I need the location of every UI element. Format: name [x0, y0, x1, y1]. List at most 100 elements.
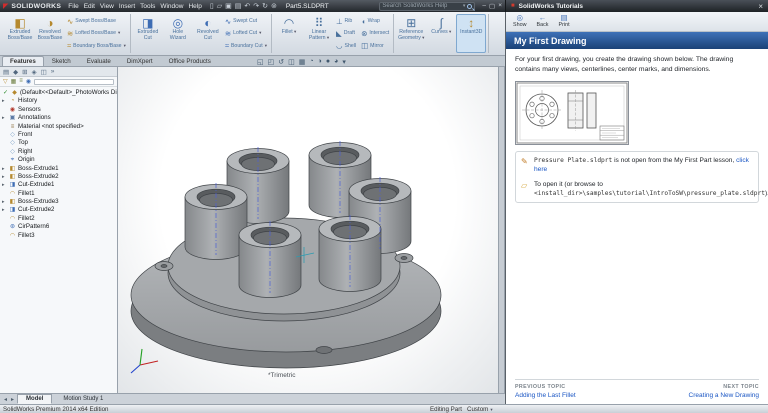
save-icon[interactable]: ▣: [225, 2, 232, 10]
task-pane-splitter[interactable]: [498, 67, 505, 393]
fm-overflow-icon[interactable]: »: [51, 68, 55, 75]
tree-item[interactable]: ◇ Front: [2, 131, 117, 139]
previous-topic-link[interactable]: Adding the Last Fillet: [515, 392, 576, 399]
chevron-down-icon[interactable]: ▾: [463, 3, 466, 9]
tab-scroll-right-icon[interactable]: ▸: [10, 396, 15, 403]
expand-icon[interactable]: [2, 97, 7, 105]
ribbon-button[interactable]: ◧ Extruded Boss/Base: [5, 14, 35, 53]
expand-icon[interactable]: [2, 165, 7, 173]
minimize-button[interactable]: –: [482, 2, 486, 10]
ribbon-button[interactable]: ◣ Draft: [334, 27, 358, 39]
display-style-icon[interactable]: ◔: [309, 58, 313, 65]
tutorial-tool-button[interactable]: ← Back: [537, 14, 549, 28]
tree-item[interactable]: ◠ Fillet3: [2, 232, 117, 240]
tutorial-tool-button[interactable]: ▤ Print: [558, 14, 569, 28]
ribbon-button[interactable]: ◠ Fillet: [274, 14, 304, 53]
tree-item[interactable]: ◇ Right: [2, 148, 117, 156]
filter-icon[interactable]: ▽: [3, 78, 8, 85]
next-topic-link[interactable]: Creating a New Drawing: [689, 392, 759, 399]
tree-root-item[interactable]: ✓ ◆ (Default<<Default>_PhotoWorks Displa…: [2, 89, 117, 97]
tree-item[interactable]: ◇ Top: [2, 139, 117, 147]
new-icon[interactable]: ▯: [210, 2, 214, 10]
close-button[interactable]: ×: [498, 2, 502, 10]
tree-item[interactable]: ◠ Fillet1: [2, 190, 117, 198]
tree-item[interactable]: ▣ Annotations: [2, 114, 117, 122]
tab-motion-study[interactable]: Motion Study 1: [54, 394, 112, 404]
ribbon-button[interactable]: ◨ Extruded Cut: [133, 14, 163, 53]
menu-item[interactable]: File: [68, 3, 78, 10]
tree-order-icon[interactable]: ≡: [19, 78, 23, 85]
menu-item[interactable]: Edit: [84, 3, 95, 10]
print-icon[interactable]: ▤: [235, 2, 242, 10]
featuremanager-tab-icon[interactable]: ▤: [3, 68, 9, 76]
ribbon-tab[interactable]: Features: [2, 56, 44, 67]
tree-item[interactable]: ◧ Boss-Extrude2: [2, 173, 117, 181]
previous-view-icon[interactable]: ↺: [278, 58, 284, 66]
expand-icon[interactable]: [2, 181, 7, 189]
tutorial-tool-button[interactable]: ◎ Show: [513, 14, 527, 28]
tree-item[interactable]: ◧ Boss-Extrude1: [2, 165, 117, 173]
ribbon-button[interactable]: ≋ Lofted Boss/Base: [65, 27, 128, 39]
display-pane-icon[interactable]: ▦: [11, 78, 17, 85]
expand-icon[interactable]: [2, 114, 7, 122]
close-icon[interactable]: ×: [758, 2, 763, 11]
menu-item[interactable]: Tools: [140, 3, 155, 10]
tree-item[interactable]: ◧ Boss-Extrude3: [2, 198, 117, 206]
search-input[interactable]: [382, 3, 460, 9]
ribbon-button[interactable]: ◡ Shell: [334, 40, 358, 52]
graphics-area[interactable]: *Trimetric: [118, 67, 498, 393]
ribbon-button[interactable]: ∿ Swept Boss/Base: [65, 15, 128, 27]
edit-appearance-icon[interactable]: ●: [326, 58, 330, 65]
tree-item[interactable]: ⊛ CirPattern6: [2, 223, 117, 231]
tree-item[interactable]: ⌖ Origin: [2, 156, 117, 164]
tab-model[interactable]: Model: [17, 394, 52, 404]
ribbon-button[interactable]: ⊞ Reference Geometry: [396, 14, 426, 53]
view-orientation-icon[interactable]: ▦: [299, 58, 306, 66]
tab-scroll-left-icon[interactable]: ◂: [3, 396, 8, 403]
ribbon-button[interactable]: ↕ Instant3D: [456, 14, 486, 53]
expand-icon[interactable]: [2, 173, 7, 181]
tree-item[interactable]: ◠ Fillet2: [2, 215, 117, 223]
scene-icon[interactable]: ◕: [334, 58, 338, 65]
menu-item[interactable]: Window: [160, 3, 183, 10]
options-icon[interactable]: ⊚: [271, 2, 277, 10]
view-settings-icon[interactable]: ▾: [342, 58, 346, 66]
menu-item[interactable]: View: [100, 3, 114, 10]
dimxpertmanager-tab-icon[interactable]: ◈: [32, 68, 37, 76]
expand-icon[interactable]: [2, 206, 7, 214]
ribbon-button[interactable]: ⊗ Intersect: [359, 27, 391, 39]
ribbon-button[interactable]: ≈ Boundary Cut: [223, 40, 269, 52]
redo-icon[interactable]: ↷: [253, 2, 259, 10]
tree-item[interactable]: ◔ History: [2, 97, 117, 105]
zoom-fit-icon[interactable]: ◱: [257, 58, 264, 66]
expand-icon[interactable]: [2, 198, 7, 206]
zoom-area-icon[interactable]: ◰: [268, 58, 275, 66]
ribbon-button[interactable]: ⊥ Rib: [334, 15, 358, 27]
ribbon-button[interactable]: ⠿ Linear Pattern: [304, 14, 334, 53]
ribbon-button[interactable]: ◐ Revolved Cut: [193, 14, 223, 53]
configurationmanager-tab-icon[interactable]: ⊞: [22, 68, 27, 76]
tree-item[interactable]: ◨ Cut-Extrude1: [2, 181, 117, 189]
undo-icon[interactable]: ↶: [244, 2, 250, 10]
ribbon-button[interactable]: ≈ Boundary Boss/Base: [65, 40, 128, 52]
propertymanager-tab-icon[interactable]: ◆: [13, 68, 18, 76]
hide-show-icon[interactable]: ◑: [318, 58, 322, 65]
section-view-icon[interactable]: ◫: [288, 58, 295, 66]
ribbon-tab[interactable]: Sketch: [44, 56, 79, 67]
filter-input[interactable]: [34, 79, 114, 85]
ribbon-tab[interactable]: DimXpert: [119, 56, 161, 67]
tree-item[interactable]: ◨ Cut-Extrude2: [2, 206, 117, 214]
ribbon-button[interactable]: ◎ Hole Wizard: [163, 14, 193, 53]
ribbon-button[interactable]: ◖ Wrap: [359, 15, 391, 27]
search-icon[interactable]: [467, 4, 472, 9]
ribbon-button[interactable]: ∿ Swept Cut: [223, 15, 269, 27]
ribbon-button[interactable]: ≋ Lofted Cut: [223, 27, 269, 39]
ribbon-tab[interactable]: Evaluate: [79, 56, 119, 67]
ribbon-button[interactable]: ◫ Mirror: [359, 40, 391, 52]
ribbon-tab[interactable]: Office Products: [161, 56, 219, 67]
rebuild-icon[interactable]: ↻: [262, 2, 268, 10]
menu-item[interactable]: Insert: [119, 3, 135, 10]
menu-item[interactable]: Help: [188, 3, 201, 10]
tree-item[interactable]: ≡ Material <not specified>: [2, 123, 117, 131]
pin-icon[interactable]: ◉: [26, 78, 31, 85]
